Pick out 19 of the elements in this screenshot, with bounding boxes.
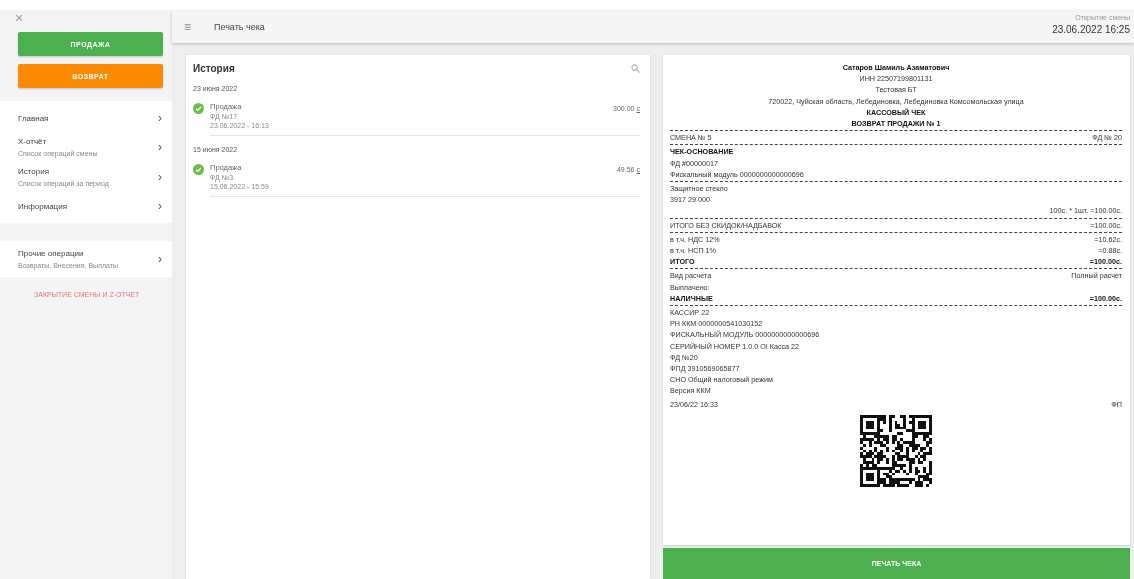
chevron-icon: › (158, 170, 162, 184)
chevron-icon: › (158, 111, 162, 125)
card-title: История (193, 62, 235, 74)
check-icon (193, 103, 204, 114)
check-icon (193, 164, 204, 175)
chevron-icon: › (158, 199, 162, 213)
menu-item[interactable]: Главная › (0, 104, 172, 132)
menu-item[interactable]: Информация › (0, 192, 172, 220)
chevron-icon: › (158, 252, 162, 266)
shift-time: 23.06.2022 16:25 (1052, 24, 1130, 35)
menu-label: Информация (18, 201, 68, 211)
menu-label: Главная (18, 113, 50, 123)
menu-icon[interactable]: ≡ (184, 19, 204, 34)
menu-label: X-отчёт (18, 137, 48, 146)
page-title: Печать чека (214, 21, 266, 32)
menu-label: История (18, 167, 51, 176)
menu-label: Прочие операции (18, 249, 85, 258)
chevron-icon: › (158, 140, 162, 154)
search-icon[interactable] (631, 63, 640, 73)
